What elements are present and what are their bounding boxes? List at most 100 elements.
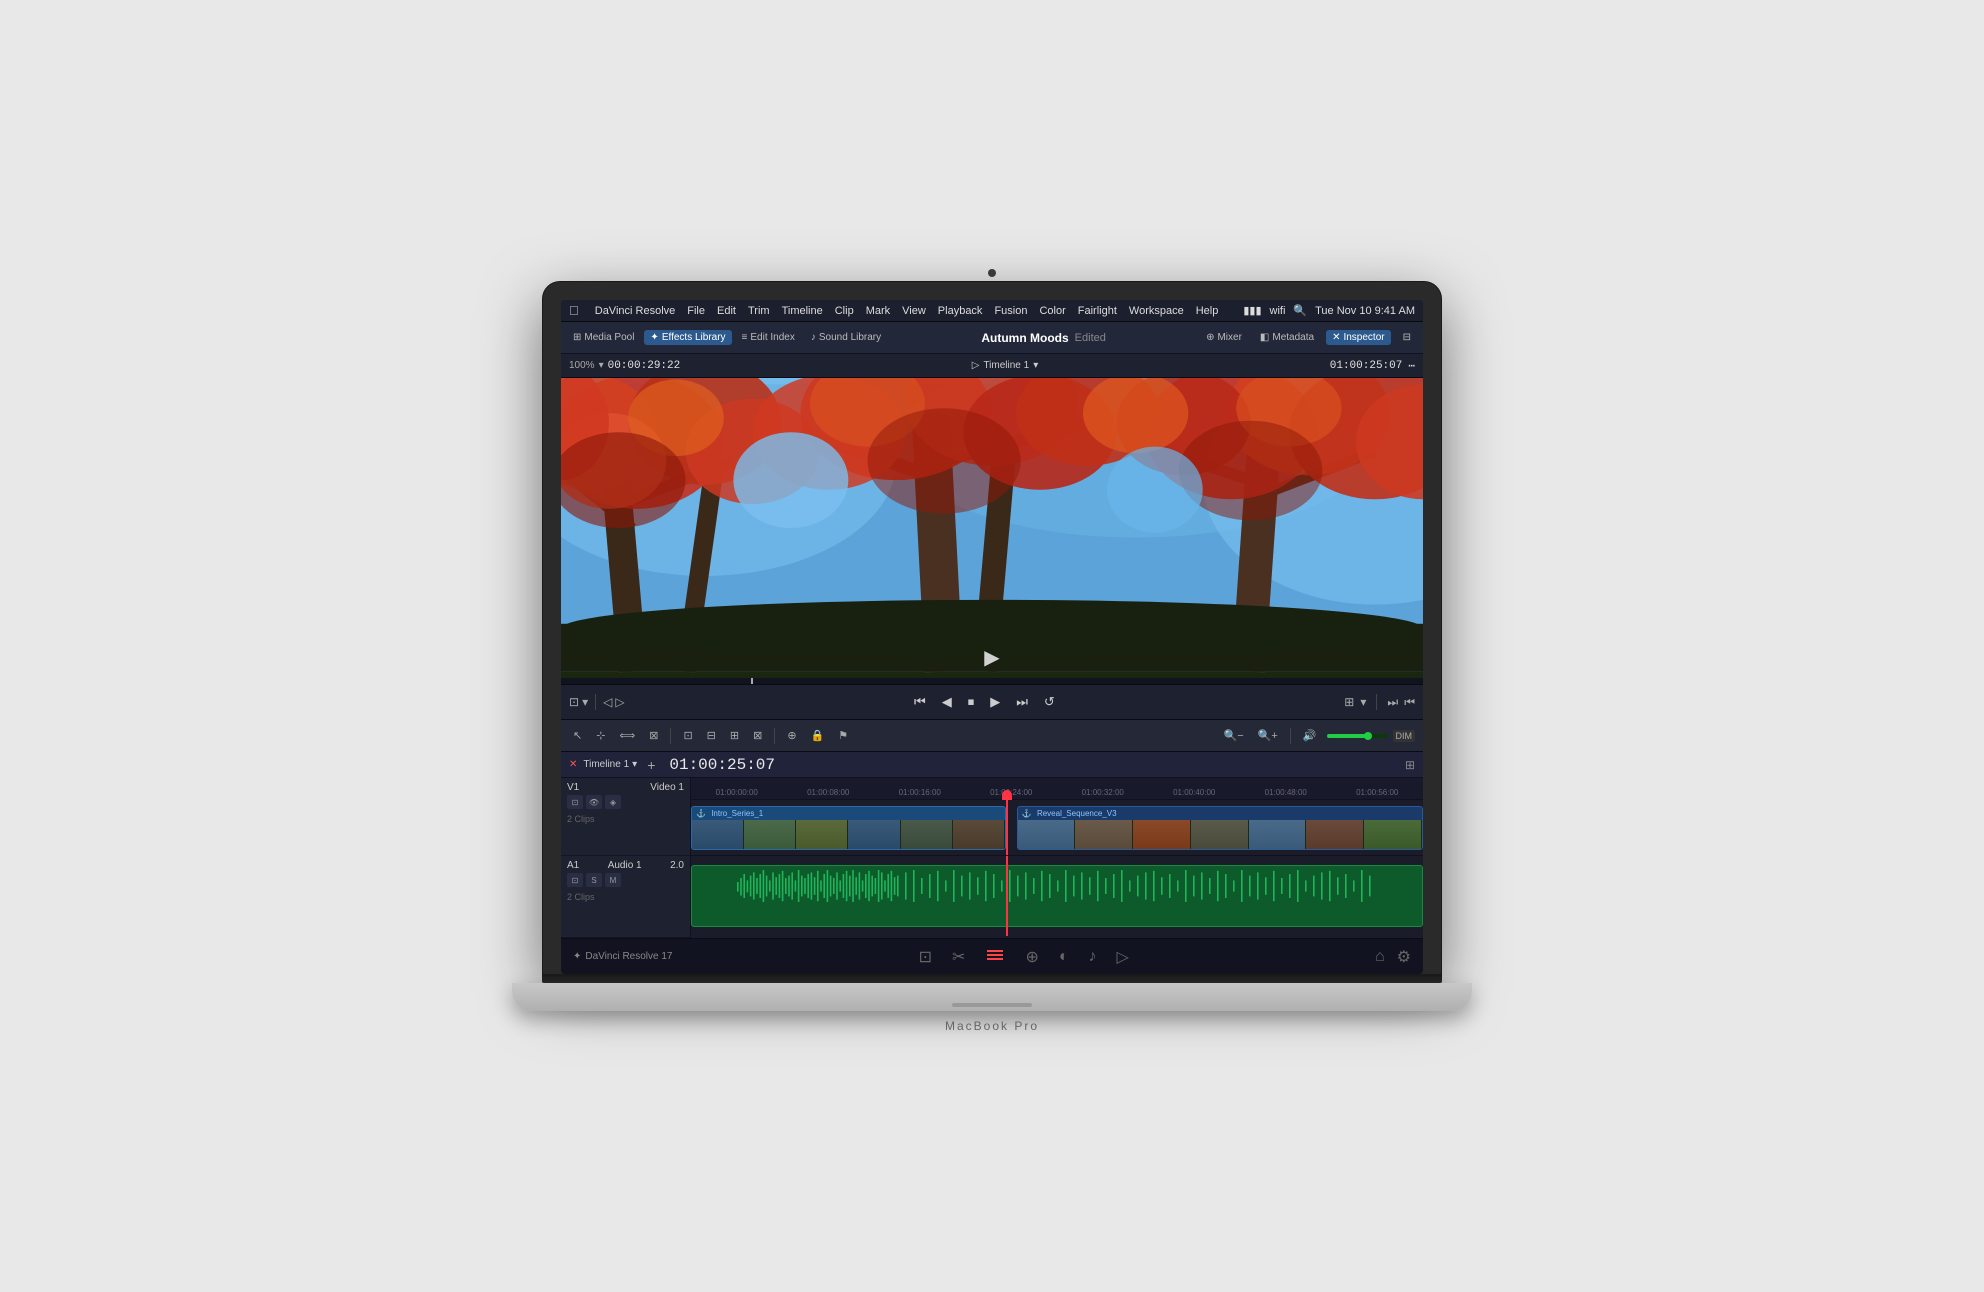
clip-main-theme[interactable]: Main Theme bbox=[691, 865, 1423, 927]
deliver-dock-icon[interactable]: ▷ bbox=[1117, 947, 1129, 967]
ripple-btn[interactable]: ⊠ bbox=[749, 727, 766, 744]
timecode-options-icon[interactable]: ⋯ bbox=[1408, 359, 1415, 373]
go-to-end-btn[interactable]: ⏭ bbox=[1012, 692, 1032, 712]
clip-label-reveal: ⚓ Reveal_Sequence_V3 bbox=[1018, 807, 1422, 820]
loop-btn[interactable]: ↺ bbox=[1040, 692, 1059, 712]
skip-back-icon[interactable]: ⏮ bbox=[1404, 695, 1415, 710]
play-btn[interactable]: ▶ bbox=[986, 692, 1004, 712]
menu-davinci[interactable]: DaVinci Resolve bbox=[595, 305, 676, 317]
menu-edit[interactable]: Edit bbox=[717, 305, 736, 317]
camera-notch bbox=[988, 269, 996, 277]
media-pool-dock-icon[interactable]: ⊡ bbox=[919, 947, 932, 967]
color-dock-icon[interactable]: ◐ bbox=[1059, 948, 1069, 966]
toolbar-expand-btn[interactable]: ⊟ bbox=[1397, 330, 1417, 345]
media-pool-toggle[interactable]: ⊞ Media Pool bbox=[567, 330, 640, 345]
edit-dock-icon[interactable] bbox=[985, 944, 1005, 969]
menu-color[interactable]: Color bbox=[1039, 305, 1065, 317]
volume-slider[interactable] bbox=[1327, 734, 1387, 738]
menu-trim[interactable]: Trim bbox=[748, 305, 770, 317]
prev-frame-icon[interactable]: ◁ bbox=[603, 695, 612, 709]
link-btn[interactable]: ⊕ bbox=[783, 727, 800, 744]
settings-dock-icon[interactable]: ⚙ bbox=[1397, 947, 1411, 967]
razor-tool-btn[interactable]: ⊹ bbox=[592, 727, 609, 744]
clip-label-intro: ⚓ Intro_Series_1 bbox=[692, 807, 1005, 820]
play-overlay-btn[interactable]: ▶ bbox=[984, 645, 999, 670]
stop-btn[interactable]: ⏹ bbox=[964, 692, 979, 712]
add-timeline-btn[interactable]: + bbox=[647, 757, 655, 773]
menu-workspace[interactable]: Workspace bbox=[1129, 305, 1184, 317]
menu-mark[interactable]: Mark bbox=[866, 305, 890, 317]
effects-library-button[interactable]: ✦ Effects Library bbox=[644, 330, 731, 345]
home-icon[interactable]: ⌂ bbox=[1375, 948, 1385, 966]
video-clip-count: 2 Clips bbox=[567, 814, 595, 824]
cut-dock-icon[interactable]: ✂ bbox=[952, 947, 965, 967]
timeline-ruler[interactable]: 01:00:00:00 01:00:08:00 01:00:16:00 01:0… bbox=[691, 778, 1423, 800]
playhead[interactable] bbox=[1006, 800, 1008, 855]
expand-timeline-btn[interactable]: ⊞ bbox=[1405, 758, 1415, 772]
menu-file[interactable]: File bbox=[687, 305, 705, 317]
viewer-chevron-icon[interactable]: ▾ bbox=[582, 695, 588, 709]
skip-to-end-icon[interactable]: ⏭ bbox=[1387, 695, 1398, 710]
search-icon[interactable]: 🔍 bbox=[1293, 304, 1307, 317]
mixer-button[interactable]: ⊕ Mixer bbox=[1200, 330, 1248, 345]
lock-btn[interactable]: 🔒 bbox=[807, 727, 829, 744]
slip-tool-btn[interactable]: ⟺ bbox=[615, 727, 639, 744]
go-to-start-btn[interactable]: ⏮ bbox=[910, 692, 930, 712]
metadata-button[interactable]: ◧ Metadata bbox=[1254, 330, 1320, 345]
timeline-tools-bar: ↖ ⊹ ⟺ ⊠ ⊡ ⊟ ⊞ ⊠ ⊕ 🔒 ⚑ 🔍− 🔍+ 🔊 bbox=[561, 720, 1423, 752]
menu-view[interactable]: View bbox=[902, 305, 926, 317]
audio-track-controls: ⊡ S M bbox=[567, 873, 684, 887]
video-mute-btn[interactable]: ◈ bbox=[605, 795, 621, 809]
audio-cam-btn[interactable]: ⊡ bbox=[567, 873, 583, 887]
menu-bar:  DaVinci Resolve File Edit Trim Timelin… bbox=[561, 300, 1423, 322]
fairlight-dock-icon[interactable]: ♪ bbox=[1089, 948, 1097, 966]
system-clock: Tue Nov 10 9:41 AM bbox=[1315, 305, 1415, 317]
video-track-label: V1 Video 1 ⊡ 👁 ◈ 2 Clips bbox=[561, 778, 690, 856]
audio-solo-btn[interactable]: S bbox=[586, 873, 602, 887]
play-icon[interactable]: ▷ bbox=[972, 360, 980, 371]
volume-icon[interactable]: 🔊 bbox=[1299, 727, 1321, 744]
zoom-in-btn[interactable]: 🔍+ bbox=[1254, 727, 1282, 744]
menu-help[interactable]: Help bbox=[1196, 305, 1219, 317]
apple-logo-icon[interactable]:  bbox=[569, 303, 579, 318]
timeline-tab[interactable]: Timeline 1 ▾ bbox=[583, 759, 637, 770]
zoom-chevron-icon[interactable]: ▾ bbox=[599, 360, 604, 371]
fusion-dock-icon[interactable]: ⊕ bbox=[1025, 947, 1038, 967]
replace-btn[interactable]: ⊞ bbox=[726, 727, 743, 744]
zoom-controls: 100% ▾ 00:00:29:22 bbox=[569, 360, 680, 372]
output-chevron-icon[interactable]: ▾ bbox=[1360, 695, 1366, 709]
clip-intro-series[interactable]: ⚓ Intro_Series_1 bbox=[691, 806, 1006, 850]
scrubber-bar[interactable] bbox=[561, 678, 1423, 684]
audio-track-clips[interactable]: Main Theme bbox=[691, 856, 1423, 936]
timeline-chevron-icon[interactable]: ▾ bbox=[1033, 360, 1038, 371]
viewer-layout-icon[interactable]: ⊡ bbox=[569, 695, 579, 709]
timeline-area: ✕ Timeline 1 ▾ + 01:00:25:07 ⊞ bbox=[561, 752, 1423, 938]
video-visible-btn[interactable]: 👁 bbox=[586, 795, 602, 809]
select-tool-btn[interactable]: ↖ bbox=[569, 727, 586, 744]
zoom-out-btn[interactable]: 🔍− bbox=[1220, 727, 1248, 744]
dynamic-trim-btn[interactable]: ⊠ bbox=[645, 727, 662, 744]
insert-btn[interactable]: ⊡ bbox=[679, 727, 696, 744]
menu-clip[interactable]: Clip bbox=[835, 305, 854, 317]
menu-playback[interactable]: Playback bbox=[938, 305, 983, 317]
menu-timeline[interactable]: Timeline bbox=[782, 305, 823, 317]
audio-mute-btn[interactable]: M bbox=[605, 873, 621, 887]
next-frame-icon[interactable]: ▷ bbox=[615, 695, 624, 709]
menu-fusion[interactable]: Fusion bbox=[994, 305, 1027, 317]
clip-reveal-sequence[interactable]: ⚓ Reveal_Sequence_V3 bbox=[1017, 806, 1423, 850]
ruler-marks-container: 01:00:00:00 01:00:08:00 01:00:16:00 01:0… bbox=[691, 788, 1423, 797]
playback-buttons: ⏮ ◀ ⏹ ▶ ⏭ ↺ bbox=[629, 692, 1341, 712]
video-track-clips[interactable]: ⚓ Intro_Series_1 bbox=[691, 800, 1423, 856]
zoom-value[interactable]: 100% bbox=[569, 360, 595, 371]
overwrite-btn[interactable]: ⊟ bbox=[703, 727, 720, 744]
step-back-btn[interactable]: ◀ bbox=[938, 692, 956, 712]
video-lock-btn[interactable]: ⊡ bbox=[567, 795, 583, 809]
output-layout-icon[interactable]: ⊞ bbox=[1344, 695, 1354, 709]
dim-btn[interactable]: DIM bbox=[1393, 730, 1416, 742]
flag-btn[interactable]: ⚑ bbox=[834, 727, 852, 744]
inspector-button[interactable]: ✕ Inspector bbox=[1326, 330, 1391, 345]
menu-fairlight[interactable]: Fairlight bbox=[1078, 305, 1117, 317]
edit-index-button[interactable]: ≡ Edit Index bbox=[736, 330, 801, 345]
sound-library-button[interactable]: ♪ Sound Library bbox=[805, 330, 887, 345]
close-timeline-btn[interactable]: ✕ bbox=[569, 759, 577, 770]
